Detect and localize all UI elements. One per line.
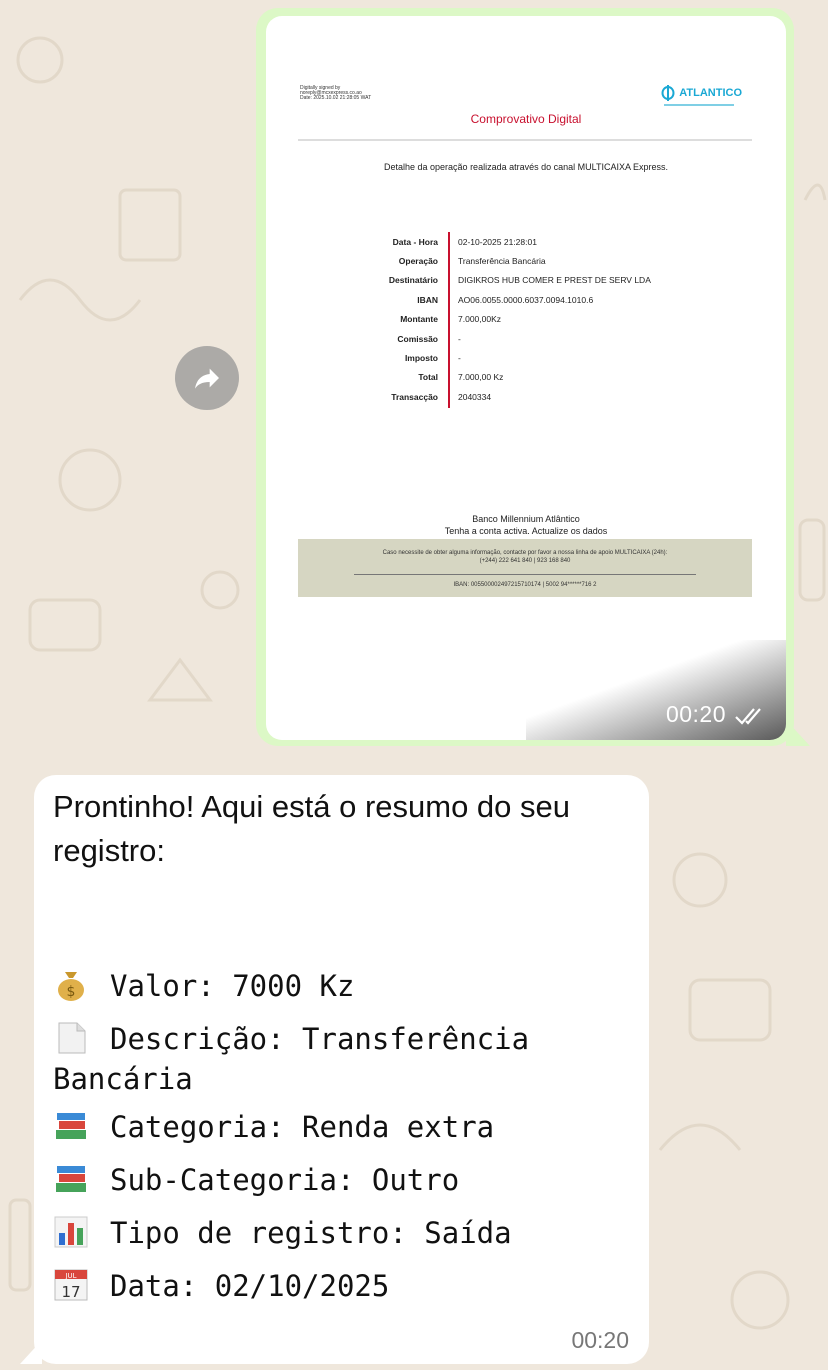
outgoing-image-message[interactable]: Digitally signed by noreply@mcxexpress.c… [256,8,810,746]
bank-name: Banco Millennium Atlântico [472,514,580,524]
detail-value: Transferência Bancária [458,256,546,267]
detail-value: 2040334 [458,391,492,402]
bar-chart-icon [54,1216,88,1248]
summary-line: Categoria: Renda extra [53,1107,643,1147]
books-icon [56,1166,86,1192]
summary-value: Descrição: Transferência Bancária [53,1022,547,1096]
detail-label: Destinatário [388,275,438,286]
detail-value: 7.000,00 Kz [458,372,504,383]
document-title: Comprovativo Digital [470,112,582,126]
svg-text:$: $ [67,984,76,1000]
forward-button[interactable] [175,346,239,410]
money-bag-icon: $ [58,972,84,1001]
receipt-image[interactable]: Digitally signed by noreply@mcxexpress.c… [266,16,786,740]
detail-row: Transacção 2040334 [356,387,696,406]
divider [298,139,752,141]
summary-value: Valor: 7000 Kz [110,969,355,1003]
detail-value: DIGIKROS HUB COMER E PREST DE SERV LDA [458,275,651,286]
double-check-icon [735,708,761,725]
detail-label: Data - Hora [392,236,438,247]
detail-row: Data - Hora 02-10-2025 21:28:01 [356,232,696,251]
calendar-month: JUL [64,1272,76,1280]
bank-slogan: Tenha a conta activa. Actualize os dados [444,526,608,536]
detail-value: 02-10-2025 21:28:01 [458,236,537,247]
books-icon [56,1113,86,1139]
detail-value: AO06.0055.0000.6037.0094.1010.6 [458,294,594,305]
page-icon [58,1022,86,1054]
footer-divider [354,574,696,575]
support-footer: Caso necessite de obter alguma informaçã… [298,539,752,597]
message-time: 00:20 [665,701,726,727]
detail-row: Total 7.000,00 Kz [356,368,696,387]
detail-label: Transacção [391,391,438,402]
detail-label: Operação [398,256,438,267]
detail-row: Destinatário DIGIKROS HUB COMER E PREST D… [356,271,696,290]
summary-value: Sub-Categoria: Outro [110,1163,460,1197]
summary-value: Tipo de registro: Saída [110,1216,512,1250]
forward-icon [195,368,219,389]
bank-logo: ATLANTICO [661,84,742,102]
detail-label: IBAN [417,294,438,305]
logo-tagline [664,104,734,106]
support-text: Caso necessite de obter alguma informaçã… [382,550,668,564]
transaction-details: Data - Hora 02-10-2025 21:28:01 Operação T… [356,232,696,408]
document-intro: Detalhe da operação realizada através do… [384,162,668,172]
detail-row: Comissão - [356,329,696,348]
summary-line: Tipo de registro: Saída [53,1213,643,1253]
calendar-icon: JUL 17 [54,1269,88,1301]
detail-row: Montante 7.000,00Kz [356,310,696,329]
detail-label: Imposto [404,353,438,364]
footer-iban: IBAN: 005500002497215710174 | 5002 94***… [453,582,597,588]
detail-value: 7.000,00Kz [458,314,502,325]
message-intro: Prontinho! Aqui está o resumo do seu reg… [53,789,570,868]
details-divider [448,232,450,408]
detail-label: Total [418,372,438,383]
detail-row: Imposto - [356,348,696,367]
detail-label: Montante [400,314,438,325]
summary-line: $ Valor: 7000 Kz [53,966,643,1006]
logo-text: ATLANTICO [679,87,742,99]
detail-label: Comissão [397,333,438,344]
summary-line: Descrição: Transferência Bancária [53,1019,643,1099]
incoming-text-message[interactable]: Prontinho! Aqui está o resumo do seu reg… [20,775,649,1364]
detail-row: Operação Transferência Bancária [356,251,696,270]
digital-signature: Digitally signed by noreply@mcxexpress.c… [300,85,372,101]
summary-line: Sub-Categoria: Outro [53,1160,643,1200]
message-time: 00:20 [571,1327,629,1353]
calendar-day: 17 [61,1283,80,1301]
detail-row: IBAN AO06.0055.0000.6037.0094.1010.6 [356,290,696,309]
summary-value: Data: 02/10/2025 [110,1269,390,1303]
summary-value: Categoria: Renda extra [110,1110,495,1144]
atlantico-logo-icon [661,85,675,101]
summary-line: JUL 17 Data: 02/10/2025 [53,1266,643,1306]
